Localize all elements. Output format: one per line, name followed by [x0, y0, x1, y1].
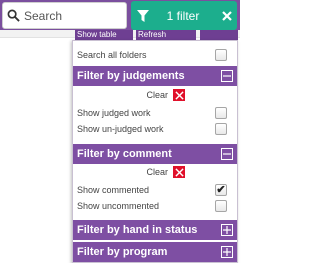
option-label: Show judged work	[77, 108, 151, 118]
clear-judgements-row[interactable]: Clear	[77, 88, 185, 102]
clear-filter-icon[interactable]	[217, 1, 237, 30]
funnel-icon	[137, 9, 149, 23]
filter-count-label: 1 filter	[166, 8, 200, 23]
section-program-header[interactable]: Filter by program	[73, 242, 237, 262]
section-comment-title: Filter by comment	[77, 148, 172, 160]
menu-button[interactable]	[200, 30, 238, 40]
show-commented-checkbox[interactable]: ✔	[215, 184, 227, 196]
refresh-button[interactable]: Refresh	[136, 30, 196, 40]
option-row[interactable]: Show commented ✔	[77, 182, 233, 198]
show-uncommented-checkbox[interactable]	[215, 200, 227, 212]
section-program-title: Filter by program	[77, 246, 168, 258]
section-comment-header[interactable]: Filter by comment	[73, 144, 237, 164]
section-hand-in-header[interactable]: Filter by hand in status	[73, 220, 237, 240]
search-input[interactable]	[24, 5, 124, 26]
search-all-folders-row[interactable]: Search all folders	[77, 47, 233, 63]
option-row[interactable]: Show uncommented	[77, 198, 233, 214]
show-table-button[interactable]: Show table	[75, 30, 133, 40]
expand-icon[interactable]	[221, 246, 233, 258]
filter-button[interactable]: 1 filter	[131, 1, 237, 30]
show-judged-checkbox[interactable]	[215, 107, 227, 119]
section-judgements-title: Filter by judgements	[77, 70, 185, 82]
clear-x-icon[interactable]	[173, 89, 185, 101]
search-all-folders-label: Search all folders	[77, 50, 147, 60]
checkmark-icon: ✔	[216, 183, 226, 196]
expand-icon[interactable]	[221, 224, 233, 236]
clear-label: Clear	[146, 90, 168, 100]
filter-panel: Search all folders Filter by judgements …	[72, 40, 238, 263]
clear-x-icon[interactable]	[173, 166, 185, 178]
search-box[interactable]	[2, 2, 127, 29]
option-row[interactable]: Show un-judged work	[77, 121, 233, 137]
clear-comment-row[interactable]: Clear	[77, 165, 185, 179]
search-icon	[7, 9, 20, 22]
section-judgements-header[interactable]: Filter by judgements	[73, 66, 237, 86]
search-all-folders-checkbox[interactable]	[215, 49, 227, 61]
option-label: Show un-judged work	[77, 124, 164, 134]
option-label: Show commented	[77, 185, 150, 195]
collapse-icon[interactable]	[221, 148, 233, 160]
option-label: Show uncommented	[77, 201, 160, 211]
section-hand-in-title: Filter by hand in status	[77, 224, 198, 236]
show-unjudged-checkbox[interactable]	[215, 123, 227, 135]
option-row[interactable]: Show judged work	[77, 105, 233, 121]
clear-label: Clear	[146, 167, 168, 177]
collapse-icon[interactable]	[221, 70, 233, 82]
